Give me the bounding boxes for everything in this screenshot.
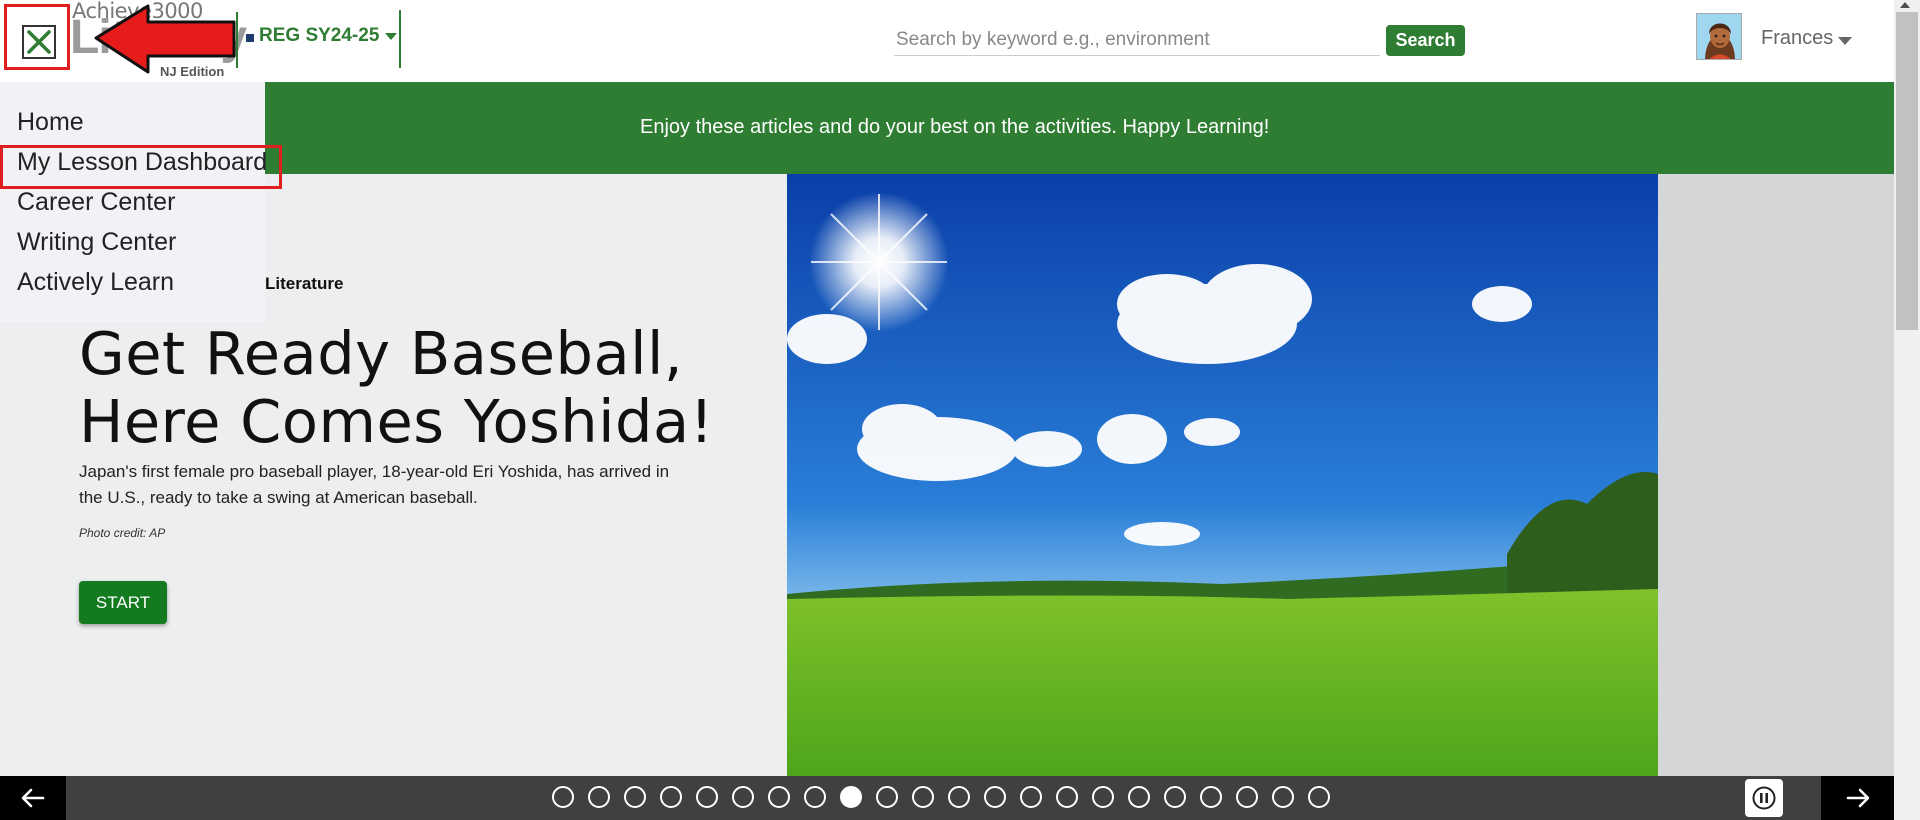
class-selector[interactable]: REG SY24-25 bbox=[259, 25, 398, 47]
article-title-line: Here Comes Yoshida! bbox=[79, 387, 714, 456]
carousel-dot[interactable] bbox=[948, 786, 970, 808]
user-name[interactable]: Frances bbox=[1761, 27, 1833, 50]
carousel-dot[interactable] bbox=[660, 786, 682, 808]
carousel-dot[interactable] bbox=[1272, 786, 1294, 808]
carousel-dot[interactable] bbox=[624, 786, 646, 808]
menu-item-writing-center[interactable]: Writing Center bbox=[17, 228, 176, 257]
nav-menu: Home My Lesson Dashboard Career Center W… bbox=[0, 82, 267, 322]
carousel-dot[interactable] bbox=[840, 786, 862, 808]
carousel-dot[interactable] bbox=[912, 786, 934, 808]
class-selector-value: REG SY24-25 bbox=[259, 25, 380, 46]
chevron-down-icon bbox=[385, 32, 398, 40]
start-button[interactable]: START bbox=[79, 581, 167, 624]
carousel-dot[interactable] bbox=[588, 786, 610, 808]
menu-highlight-annotation bbox=[0, 145, 282, 189]
scrollbar-thumb[interactable] bbox=[1896, 12, 1918, 330]
avatar[interactable] bbox=[1696, 13, 1742, 60]
article-category: Literature bbox=[265, 274, 344, 293]
scroll-up-icon[interactable] bbox=[1900, 2, 1910, 8]
carousel-dot[interactable] bbox=[804, 786, 826, 808]
header-divider bbox=[399, 10, 401, 68]
arrow-left-icon bbox=[21, 788, 45, 808]
article-title-line: Get Ready Baseball, bbox=[79, 319, 684, 388]
carousel-dot[interactable] bbox=[696, 786, 718, 808]
close-menu-button[interactable] bbox=[4, 4, 70, 70]
carousel-dot[interactable] bbox=[1200, 786, 1222, 808]
arrow-right-icon bbox=[1846, 788, 1869, 808]
page: Achieve3000 Literacy ™ NJ Edition REG SY… bbox=[0, 0, 1920, 820]
announcement-banner: Enjoy these articles and do your best on… bbox=[0, 82, 1894, 174]
close-icon[interactable] bbox=[22, 25, 56, 59]
carousel-dots bbox=[552, 786, 1330, 810]
carousel-dot[interactable] bbox=[1092, 786, 1114, 808]
carousel-dot[interactable] bbox=[732, 786, 754, 808]
search-button[interactable]: Search bbox=[1386, 25, 1465, 56]
hero-image bbox=[787, 174, 1658, 776]
pause-icon bbox=[1752, 786, 1776, 810]
search-input[interactable] bbox=[894, 24, 1380, 56]
carousel-prev-button[interactable] bbox=[0, 776, 66, 820]
carousel-dot[interactable] bbox=[768, 786, 790, 808]
carousel-dot[interactable] bbox=[1056, 786, 1078, 808]
carousel-dot[interactable] bbox=[1164, 786, 1186, 808]
chevron-down-icon[interactable] bbox=[1838, 37, 1852, 45]
carousel-dot[interactable] bbox=[1236, 786, 1258, 808]
banner-message: Enjoy these articles and do your best on… bbox=[640, 116, 1270, 138]
carousel-dot[interactable] bbox=[876, 786, 898, 808]
carousel-dot[interactable] bbox=[1128, 786, 1150, 808]
hero-side-panel bbox=[1658, 174, 1894, 776]
carousel-dot[interactable] bbox=[984, 786, 1006, 808]
menu-item-home[interactable]: Home bbox=[17, 108, 84, 137]
class-color-swatch bbox=[246, 34, 254, 42]
red-arrow-annotation bbox=[94, 4, 236, 74]
carousel-pause-button[interactable] bbox=[1745, 779, 1783, 817]
menu-item-actively-learn[interactable]: Actively Learn bbox=[17, 268, 174, 297]
menu-item-career-center[interactable]: Career Center bbox=[17, 188, 175, 217]
photo-credit: Photo credit: AP bbox=[79, 526, 166, 540]
carousel-dot[interactable] bbox=[552, 786, 574, 808]
carousel-next-button[interactable] bbox=[1821, 776, 1894, 820]
article-description: Japan's first female pro baseball player… bbox=[79, 462, 670, 507]
carousel-dot[interactable] bbox=[1308, 786, 1330, 808]
article-title[interactable]: Get Ready Baseball, Here Comes Yoshida! bbox=[79, 320, 739, 456]
header: Achieve3000 Literacy ™ NJ Edition REG SY… bbox=[0, 0, 1894, 82]
carousel-dot[interactable] bbox=[1020, 786, 1042, 808]
